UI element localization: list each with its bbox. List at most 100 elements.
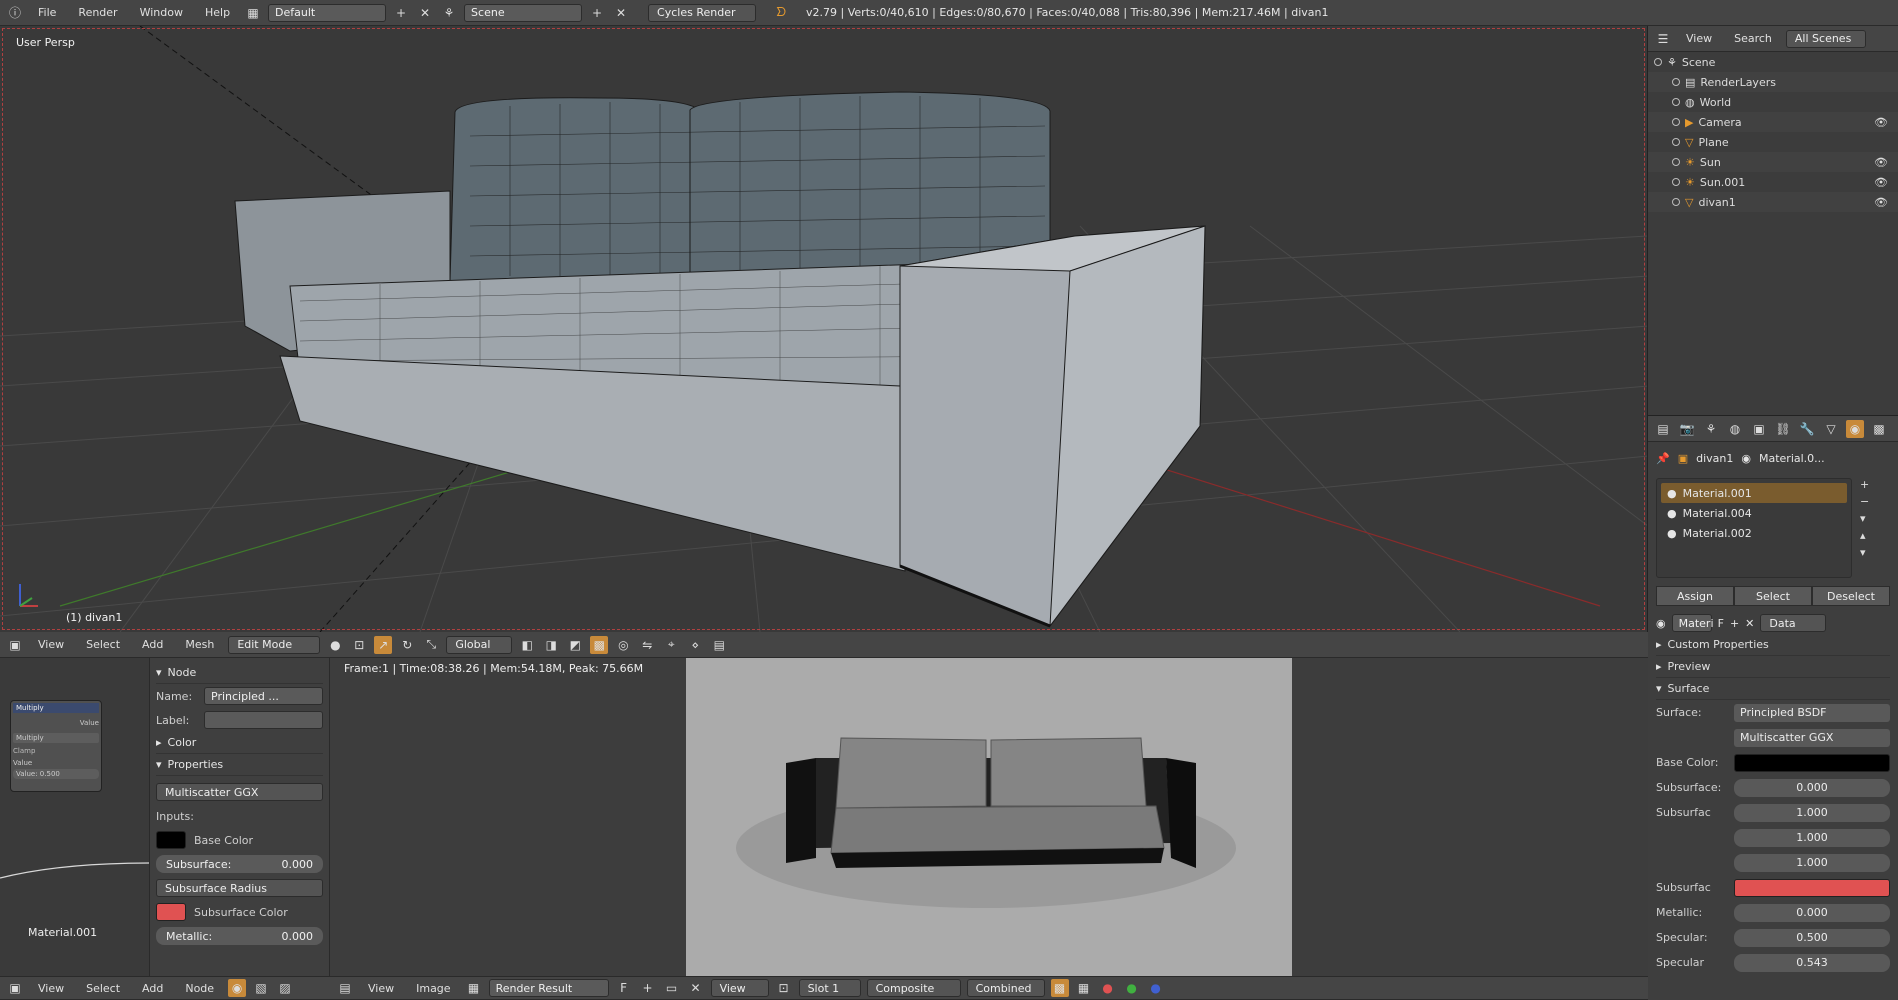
- material-name-field[interactable]: Materi: [1671, 614, 1714, 632]
- editor-type-icon[interactable]: ▣: [6, 636, 24, 654]
- scene-tab-icon[interactable]: ⚘: [1702, 420, 1720, 438]
- node-panel-header[interactable]: ▾ Node: [156, 662, 323, 684]
- snap-icon[interactable]: ⌖: [662, 636, 680, 654]
- base-color-swatch[interactable]: [156, 831, 186, 849]
- shader-nodes-icon[interactable]: ◉: [228, 979, 247, 997]
- compositor-nodes-icon[interactable]: ▧: [252, 979, 270, 997]
- mirror-icon[interactable]: ⇋: [638, 636, 656, 654]
- slot-select[interactable]: Slot 1: [798, 979, 861, 997]
- texture-tab-icon[interactable]: ▩: [1870, 420, 1888, 438]
- red-channel-icon[interactable]: ●: [1099, 979, 1117, 997]
- outliner-item-sun[interactable]: ☀ Sun 👁: [1648, 152, 1898, 172]
- subsurface-slider[interactable]: Subsurface: 0.000: [156, 855, 323, 873]
- properties-type-icon[interactable]: ▤: [1654, 420, 1672, 438]
- object-tab-icon[interactable]: ▣: [1750, 420, 1768, 438]
- image-view-select[interactable]: View: [710, 979, 769, 997]
- outliner-item-scene[interactable]: ⚘ Scene: [1648, 52, 1898, 72]
- unlink-material-icon[interactable]: ✕: [1745, 617, 1754, 630]
- subsurface-prop-value[interactable]: 0.000: [1734, 778, 1890, 797]
- viewport-scene[interactable]: [0, 26, 1648, 632]
- image-open-icon[interactable]: ▭: [663, 979, 681, 997]
- image-name-field[interactable]: Render Result: [488, 979, 609, 997]
- proportional-icon[interactable]: ◎: [614, 636, 632, 654]
- outliner-item-plane[interactable]: ▽ Plane: [1648, 132, 1898, 152]
- face-select-icon[interactable]: ◩: [566, 636, 584, 654]
- metallic-prop-value[interactable]: 0.000: [1734, 903, 1890, 922]
- material-fake-user[interactable]: F: [1718, 617, 1724, 630]
- material-tab-icon[interactable]: ◉: [1846, 419, 1864, 438]
- color-panel-header[interactable]: ▸ Color: [156, 732, 323, 754]
- assign-button[interactable]: Assign: [1656, 586, 1734, 606]
- rotate-icon[interactable]: ↻: [398, 636, 416, 654]
- outliner-item-camera[interactable]: ▶ Camera 👁: [1648, 112, 1898, 132]
- layout-field[interactable]: Default: [268, 3, 387, 22]
- outliner-type-icon[interactable]: ☰: [1654, 30, 1672, 48]
- image-close-icon[interactable]: ✕: [687, 979, 705, 997]
- scene-icon[interactable]: ⚘: [440, 4, 458, 22]
- node-menu-add[interactable]: Add: [134, 982, 171, 995]
- material-slot-item[interactable]: ● Material.001: [1661, 483, 1847, 503]
- image-pivot-icon[interactable]: ⊡: [775, 979, 793, 997]
- image-menu-view[interactable]: View: [360, 982, 402, 995]
- properties-panel-header[interactable]: ▾ Properties: [156, 754, 323, 776]
- add-slot-icon[interactable]: +: [1860, 478, 1869, 491]
- node-menu-view[interactable]: View: [30, 982, 72, 995]
- node-name-field[interactable]: Principled ...: [204, 687, 323, 705]
- render-engine-select[interactable]: Cycles Render: [648, 3, 757, 22]
- node-editor-type-icon[interactable]: ▣: [6, 979, 24, 997]
- modifiers-tab-icon[interactable]: 🔧: [1798, 420, 1816, 438]
- menu-window[interactable]: Window: [132, 6, 191, 19]
- add-layout-icon[interactable]: +: [392, 4, 410, 22]
- outliner-menu-search[interactable]: Search: [1726, 32, 1780, 45]
- material-slot-list[interactable]: ● Material.001 ● Material.004 ● Material.00…: [1656, 478, 1852, 578]
- layout-grid-icon[interactable]: ▦: [244, 4, 262, 22]
- image-new-icon[interactable]: +: [639, 979, 657, 997]
- image-editor-type-icon[interactable]: ▤: [336, 979, 354, 997]
- move-down-icon[interactable]: ▾: [1860, 546, 1869, 559]
- subsurface-radius-select[interactable]: Subsurface Radius: [156, 879, 323, 897]
- blue-channel-icon[interactable]: ●: [1147, 979, 1165, 997]
- surface-section[interactable]: ▾ Surface: [1656, 678, 1890, 700]
- node-operation[interactable]: Multiply: [13, 733, 99, 743]
- scene-field[interactable]: Scene: [464, 3, 583, 22]
- material-slot-item[interactable]: ● Material.002: [1661, 523, 1847, 543]
- pin-icon[interactable]: 📌: [1656, 452, 1670, 465]
- edge-select-icon[interactable]: ◨: [542, 636, 560, 654]
- outliner-item-renderlayers[interactable]: ▤ RenderLayers: [1648, 72, 1898, 92]
- scale-icon[interactable]: ⤡: [422, 636, 440, 654]
- new-material-icon[interactable]: +: [1730, 617, 1739, 630]
- surface-distribution-select[interactable]: Multiscatter GGX: [1734, 728, 1890, 747]
- manipulator-icon[interactable]: ↗: [374, 635, 393, 654]
- node-value-field[interactable]: Value: 0.500: [13, 769, 99, 779]
- deselect-button[interactable]: Deselect: [1812, 586, 1890, 606]
- node-clamp[interactable]: Clamp: [13, 747, 99, 755]
- image-browse-icon[interactable]: ▦: [465, 979, 483, 997]
- distribution-select[interactable]: Multiscatter GGX: [156, 783, 323, 801]
- mode-select[interactable]: Edit Mode: [228, 635, 321, 654]
- vp-menu-select[interactable]: Select: [78, 638, 128, 651]
- radius-z-value[interactable]: 1.000: [1734, 853, 1890, 872]
- green-channel-icon[interactable]: ●: [1123, 979, 1141, 997]
- snap-target-icon[interactable]: ⋄: [686, 636, 704, 654]
- multiply-node[interactable]: Multiply Value Multiply Clamp Value Valu…: [10, 700, 102, 792]
- node-menu-select[interactable]: Select: [78, 982, 128, 995]
- orientation-select[interactable]: Global: [446, 635, 513, 654]
- outliner-menu-view[interactable]: View: [1678, 32, 1720, 45]
- material-browse-icon[interactable]: ◉: [1656, 617, 1666, 630]
- shading-icon[interactable]: ●: [326, 636, 344, 654]
- move-up-icon[interactable]: ▴: [1860, 529, 1869, 542]
- vp-menu-mesh[interactable]: Mesh: [177, 638, 222, 651]
- node-menu-node[interactable]: Node: [177, 982, 222, 995]
- checker-icon[interactable]: ▦: [1075, 979, 1093, 997]
- outliner-item-sun001[interactable]: ☀ Sun.001 👁: [1648, 172, 1898, 192]
- image-editor[interactable]: Frame:1 | Time:08:38.26 | Mem:54.18M, Pe…: [330, 658, 1648, 976]
- remove-layout-icon[interactable]: ✕: [416, 4, 434, 22]
- node-label-field[interactable]: [204, 711, 323, 729]
- texture-nodes-icon[interactable]: ▨: [276, 979, 294, 997]
- radius-y-value[interactable]: 1.000: [1734, 828, 1890, 847]
- outliner-item-divan1[interactable]: ▽ divan1 👁: [1648, 192, 1898, 212]
- alpha-display-icon[interactable]: ▩: [1050, 979, 1069, 997]
- render-preview-icon[interactable]: ▤: [710, 636, 728, 654]
- constraints-tab-icon[interactable]: ⛓: [1774, 420, 1792, 438]
- data-tab-icon[interactable]: ▽: [1822, 420, 1840, 438]
